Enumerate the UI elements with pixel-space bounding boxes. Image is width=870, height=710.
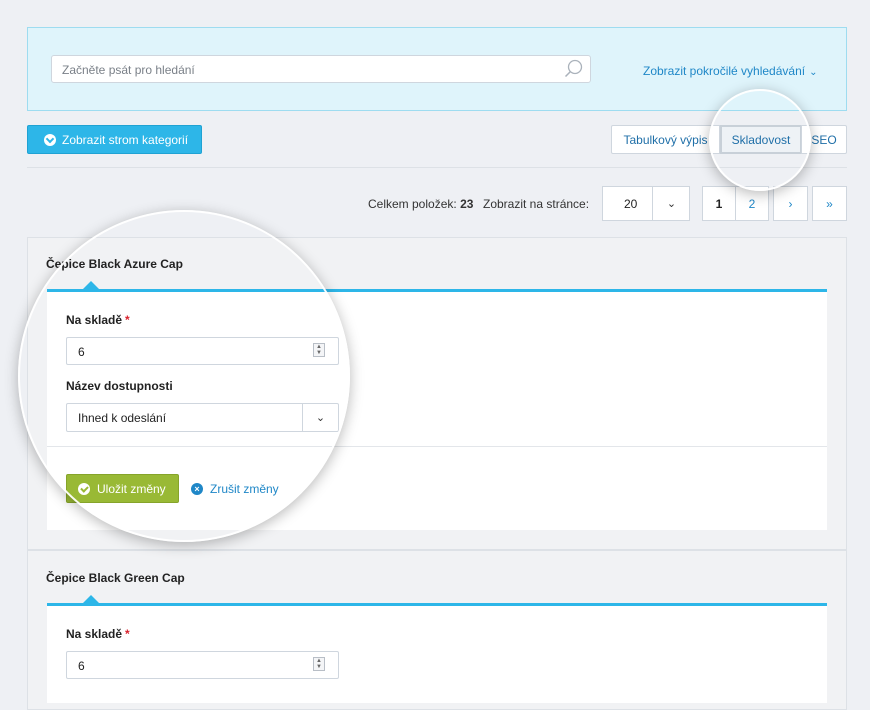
- last-page-button[interactable]: »: [812, 186, 847, 221]
- page-button-2[interactable]: 2: [735, 186, 769, 221]
- required-mark: *: [125, 627, 130, 641]
- search-icon[interactable]: [563, 58, 585, 80]
- stock-label: Na skladě *: [66, 627, 130, 641]
- category-tree-label: Zobrazit strom kategorií: [62, 132, 189, 147]
- advanced-search-label: Zobrazit pokročilé vyhledávání: [643, 64, 806, 78]
- stock-label-text: Na skladě: [66, 627, 123, 641]
- per-page-value: 20: [624, 197, 638, 211]
- pointer-triangle: [83, 595, 99, 603]
- stock-input[interactable]: 6: [66, 651, 339, 679]
- chevron-circle-down-icon: [44, 133, 56, 146]
- tab-table-view[interactable]: Tabulkový výpis: [611, 125, 720, 154]
- per-page-label: Zobrazit na stránce:: [483, 197, 590, 211]
- total-items-count: 23: [460, 197, 474, 211]
- total-items: Celkem položek: 23: [368, 197, 473, 211]
- chevron-down-icon[interactable]: ⌄: [652, 186, 690, 221]
- magnifier-highlight: [18, 210, 350, 542]
- chevron-down-icon: ⌄: [809, 67, 818, 78]
- page-button-1[interactable]: 1: [702, 186, 736, 221]
- stepper-arrows-icon[interactable]: ▲ ▼: [313, 657, 325, 671]
- category-tree-button[interactable]: Zobrazit strom kategorií: [27, 125, 202, 154]
- product-title: Čepice Black Green Cap: [46, 571, 185, 585]
- advanced-search-link[interactable]: Zobrazit pokročilé vyhledávání ⌄: [643, 64, 817, 78]
- next-page-button[interactable]: ›: [773, 186, 808, 221]
- magnifier-highlight: [709, 89, 811, 191]
- search-input[interactable]: Začněte psát pro hledání: [51, 55, 591, 83]
- total-items-label: Celkem položek:: [368, 197, 457, 211]
